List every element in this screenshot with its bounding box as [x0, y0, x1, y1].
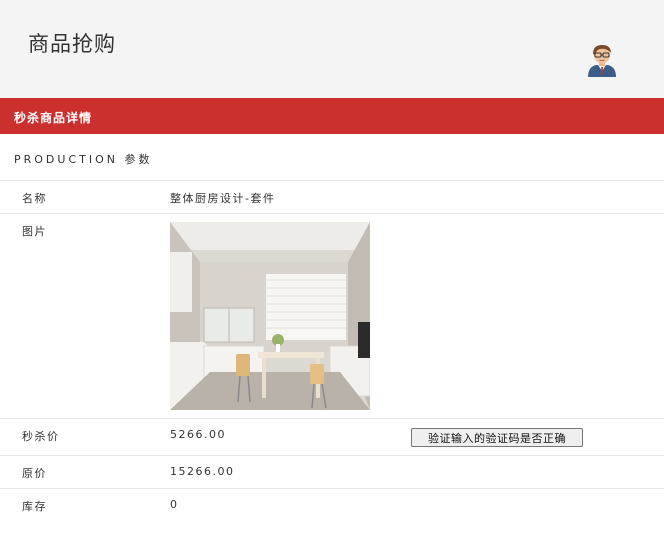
name-value: 整体厨房设计-套件	[170, 192, 276, 205]
row-divider	[0, 213, 664, 214]
original-price-value: 15266.00	[170, 465, 235, 478]
name-label: 名称	[22, 192, 47, 205]
user-avatar-icon[interactable]	[586, 43, 618, 77]
row-divider	[0, 418, 664, 419]
top-header: 商品抢购	[0, 0, 664, 98]
seckill-price-value: 5266.00	[170, 428, 226, 441]
banner-title: 秒杀商品详情	[14, 111, 93, 125]
app-title: 商品抢购	[28, 32, 116, 56]
section-title: PRODUCTION 参数	[14, 153, 153, 166]
row-divider	[0, 488, 664, 489]
original-price-label: 原价	[22, 467, 47, 480]
row-divider	[0, 180, 664, 181]
detail-banner: 秒杀商品详情	[0, 98, 664, 134]
seckill-price-label: 秒杀价	[22, 430, 60, 443]
stock-label: 库存	[22, 500, 47, 513]
verify-captcha-button[interactable]: 验证输入的验证码是否正确	[411, 428, 583, 447]
product-image	[170, 222, 370, 410]
row-divider	[0, 455, 664, 456]
image-label: 图片	[22, 225, 47, 238]
stock-value: 0	[170, 498, 179, 511]
